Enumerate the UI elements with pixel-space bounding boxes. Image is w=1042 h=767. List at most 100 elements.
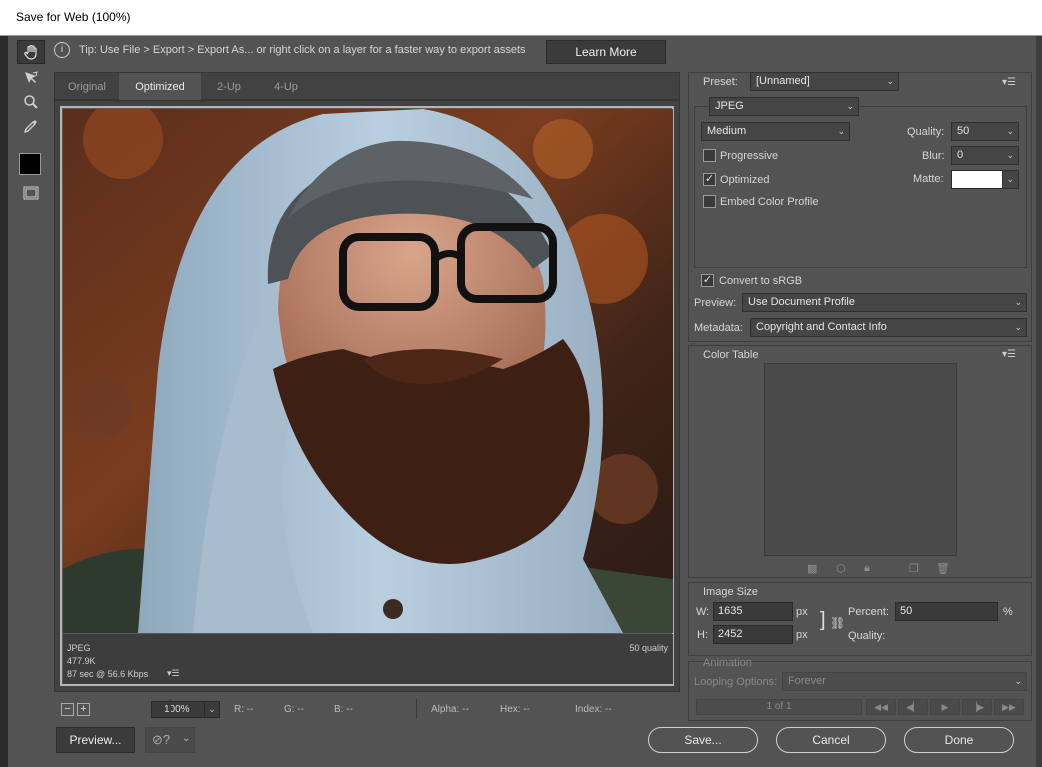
chevron-down-icon: ⌄ <box>1006 174 1014 184</box>
zoom-out-icon[interactable]: − <box>61 703 74 716</box>
matte-color-swatch[interactable] <box>951 170 1003 189</box>
download-speed-menu-icon[interactable]: ▾☰ <box>167 668 180 679</box>
embed-profile-label: Embed Color Profile <box>720 196 819 208</box>
preset-value: [Unnamed] <box>756 75 810 87</box>
preview-profile-dropdown[interactable]: Use Document Profile ⌄ <box>742 293 1027 312</box>
play-icon[interactable]: ▶ <box>930 699 960 715</box>
chevron-down-icon: ⌄ <box>1014 322 1022 332</box>
progressive-label: Progressive <box>720 150 779 162</box>
convert-srgb-label: Convert to sRGB <box>719 275 803 287</box>
hand-tool-icon[interactable] <box>17 40 45 64</box>
color-table-grid[interactable] <box>764 363 957 556</box>
tab-optimized[interactable]: Optimized <box>119 73 201 101</box>
readout-b: B: -- <box>334 704 353 715</box>
chevron-down-icon: ⌄ <box>886 76 894 86</box>
chevron-down-icon: ⌄ <box>837 126 845 136</box>
quality-label: Quality: <box>907 126 945 138</box>
compression-quality-dropdown[interactable]: Medium ⌄ <box>701 122 850 141</box>
looping-options-dropdown[interactable]: Forever ⌄ <box>782 672 1027 691</box>
preview-button[interactable]: Preview... <box>56 727 135 753</box>
preset-dropdown[interactable]: [Unnamed] ⌄ <box>750 72 899 91</box>
zoom-level-field[interactable]: 100% <box>151 701 211 718</box>
optimized-label: Optimized <box>720 174 770 186</box>
metadata-label: Metadata: <box>694 322 743 334</box>
eyedropper-color-swatch[interactable] <box>19 153 41 175</box>
window-title: Save for Web (100%) <box>16 10 131 24</box>
zoom-dropdown-icon[interactable]: ⌄ <box>204 701 220 718</box>
looping-options-label: Looping Options: <box>694 676 778 688</box>
readout-hex: Hex: -- <box>500 704 530 715</box>
divider <box>416 699 417 719</box>
optimized-checkbox[interactable]: ✓ <box>703 173 716 186</box>
next-frame-icon[interactable]: ▕▶ <box>962 699 992 715</box>
preview-profile-value: Use Document Profile <box>748 296 855 308</box>
blur-field[interactable]: 0 ⌄ <box>951 146 1019 165</box>
constrain-bracket-icon: ] <box>820 609 826 631</box>
previous-frame-icon[interactable]: ◀▏ <box>898 699 928 715</box>
preview-image[interactable] <box>63 109 673 633</box>
convert-srgb-checkbox[interactable]: ✓ <box>701 274 714 287</box>
info-quality: 50 quality <box>629 643 668 653</box>
quality-value: 50 <box>957 125 970 137</box>
link-icon[interactable]: ⛓︎ <box>830 616 845 630</box>
width-label: W: <box>696 606 710 618</box>
slice-select-tool-icon[interactable] <box>17 66 45 90</box>
view-tabs: Original Optimized 2-Up 4-Up <box>54 72 680 101</box>
info-icon: i <box>54 42 70 58</box>
looping-options-value: Forever <box>788 675 826 687</box>
optimize-menu-icon[interactable]: ▾☰ <box>1002 77 1016 88</box>
embed-profile-checkbox[interactable] <box>703 195 716 208</box>
web-shift-icon[interactable]: ⬡ <box>836 562 846 575</box>
map-transparency-icon[interactable]: ▩ <box>807 562 817 575</box>
done-button[interactable]: Done <box>904 727 1014 753</box>
info-format: JPEG <box>67 643 91 653</box>
status-bar: − + 100% ⌄ R: -- G: -- B: -- Alpha: -- H… <box>54 696 680 722</box>
file-format-dropdown[interactable]: JPEG ⌄ <box>709 97 859 116</box>
lock-color-icon[interactable]: 🔒︎ <box>864 562 870 575</box>
browser-preview-control[interactable]: ⊘? ⌄ <box>145 727 195 753</box>
metadata-value: Copyright and Contact Info <box>756 321 887 333</box>
height-label: H: <box>697 629 708 641</box>
zoom-in-icon[interactable]: + <box>77 703 90 716</box>
readout-g: G: -- <box>284 704 304 715</box>
preview-profile-label: Preview: <box>694 297 737 309</box>
tool-palette <box>14 40 48 210</box>
chevron-down-icon: ⌄ <box>846 101 854 111</box>
first-frame-icon[interactable]: ◀◀ <box>866 699 896 715</box>
matte-label: Matte: <box>913 173 944 185</box>
chevron-down-icon: ⌄ <box>1006 126 1014 136</box>
tip-text: Tip: Use File > Export > Export As... or… <box>79 44 526 56</box>
preset-label: Preset: <box>703 76 738 88</box>
height-field[interactable]: 2452 <box>713 625 793 644</box>
tab-original[interactable]: Original <box>55 73 119 101</box>
tab-4-up[interactable]: 4-Up <box>257 73 315 101</box>
info-download-time: 87 sec @ 56.6 Kbps <box>67 669 149 679</box>
browser-dropdown-icon[interactable]: ⌄ <box>182 733 190 744</box>
tip-bar: i Tip: Use File > Export > Export As... … <box>48 38 1032 64</box>
learn-more-button[interactable]: Learn More <box>546 40 666 64</box>
matte-dropdown[interactable]: ⌄ <box>1002 170 1019 189</box>
trash-icon[interactable]: 🗑︎ <box>936 562 950 575</box>
quality-field[interactable]: 50 ⌄ <box>951 122 1019 141</box>
blur-value: 0 <box>957 149 964 161</box>
width-field[interactable]: 1635 <box>713 602 793 621</box>
new-color-icon[interactable]: ❐ <box>909 562 919 575</box>
color-table-menu-icon[interactable]: ▾☰ <box>1002 349 1016 360</box>
tab-2-up[interactable]: 2-Up <box>201 73 257 101</box>
chevron-down-icon: ⌄ <box>1006 150 1014 160</box>
save-button[interactable]: Save... <box>648 727 758 753</box>
cancel-button[interactable]: Cancel <box>776 727 886 753</box>
frame-counter: 1 of 1 <box>696 699 862 715</box>
zoom-tool-icon[interactable] <box>17 90 45 114</box>
chevron-down-icon: ⌄ <box>1014 297 1022 307</box>
info-filesize: 477.9K <box>67 656 96 666</box>
image-info-panel: JPEG 477.9K 87 sec @ 56.6 Kbps ▾☰ 50 qua… <box>63 634 673 684</box>
percent-field[interactable]: 50 <box>895 602 998 621</box>
blur-label: Blur: <box>922 150 945 162</box>
progressive-checkbox[interactable] <box>703 149 716 162</box>
metadata-dropdown[interactable]: Copyright and Contact Info ⌄ <box>750 318 1027 337</box>
eyedropper-tool-icon[interactable] <box>17 114 45 138</box>
last-frame-icon[interactable]: ▶▶ <box>994 699 1024 715</box>
percent-unit: % <box>1003 606 1013 618</box>
toggle-slices-icon[interactable] <box>17 181 45 205</box>
